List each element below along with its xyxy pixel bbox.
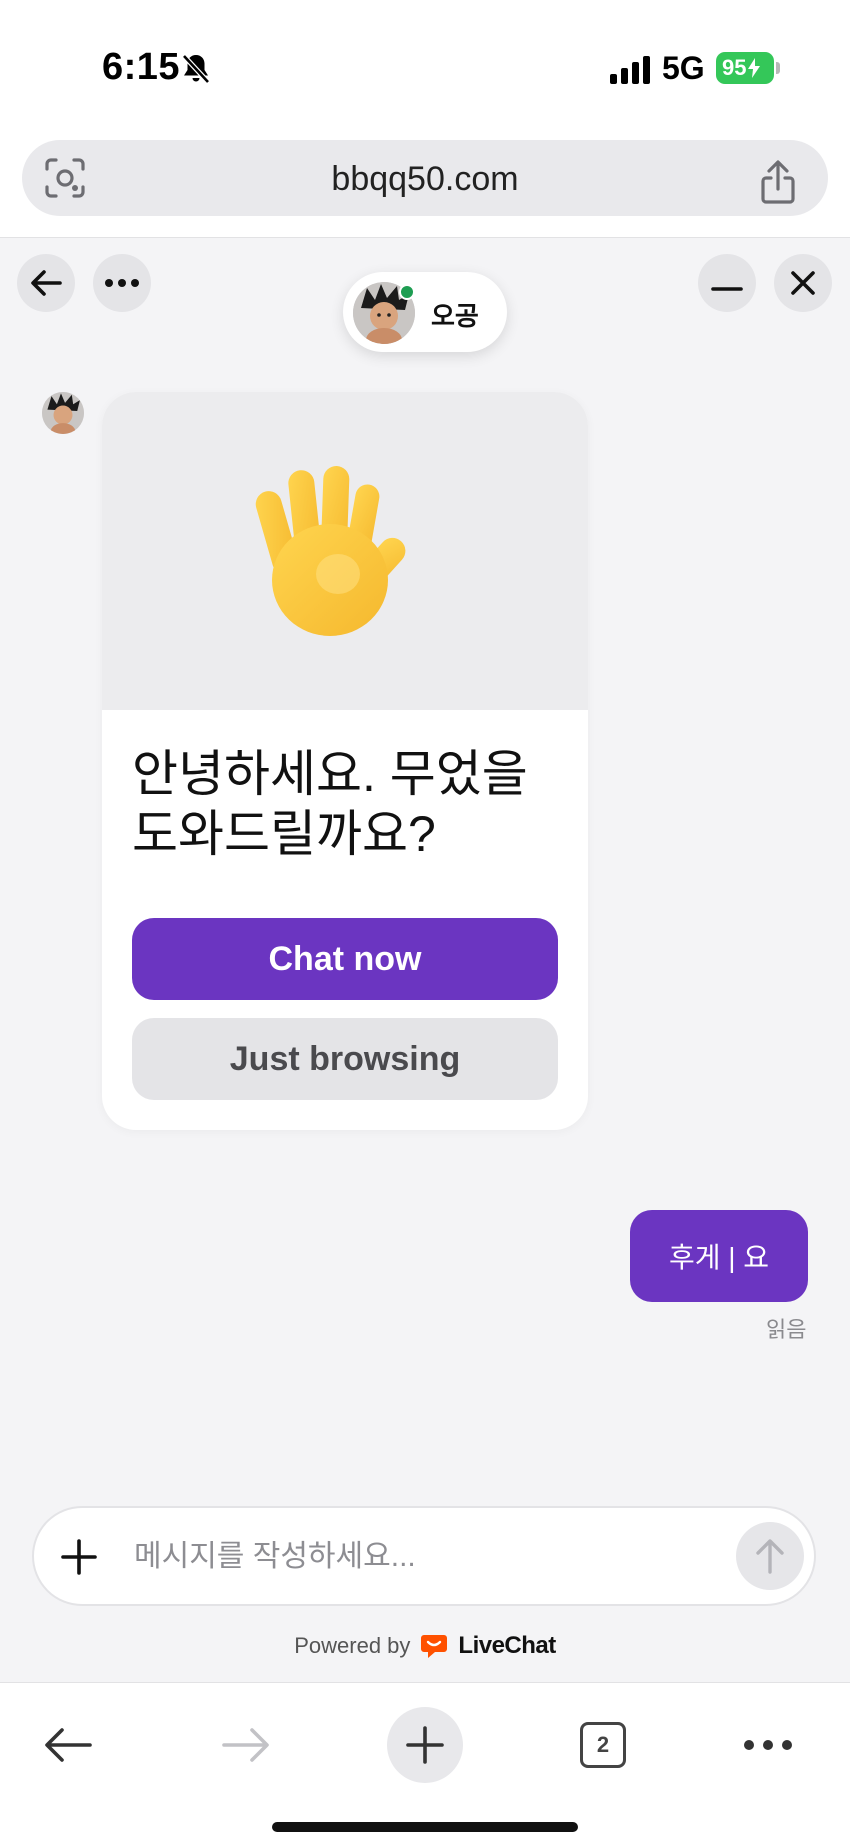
status-bar: 6:15 5G 95: [0, 0, 850, 130]
browser-forward-button[interactable]: [208, 1707, 284, 1783]
send-button[interactable]: [736, 1522, 804, 1590]
close-button[interactable]: [774, 254, 832, 312]
back-button[interactable]: [17, 254, 75, 312]
agent-name: 오공: [431, 301, 479, 331]
livechat-logo-icon: [421, 1635, 448, 1658]
battery-tip: [776, 62, 780, 74]
tabs-button[interactable]: 2: [565, 1707, 641, 1783]
more-dots-icon: [105, 279, 139, 287]
powered-by-livechat[interactable]: Powered by LiveChat: [0, 1632, 850, 1660]
browser-address-bar: bbqq50.com: [0, 130, 850, 238]
welcome-title: 안녕하세요. 무었을 도와드릴까요?: [132, 746, 528, 862]
read-receipt: 읽음: [766, 1317, 807, 1342]
minimize-button[interactable]: [698, 254, 756, 312]
battery-charging-icon: [748, 58, 761, 78]
chat-now-button[interactable]: Chat now: [132, 918, 558, 1000]
bell-slash-icon: [182, 54, 210, 84]
battery-indicator: 95: [716, 52, 774, 84]
share-icon[interactable]: [758, 160, 798, 204]
new-tab-button[interactable]: [387, 1707, 463, 1783]
message-input[interactable]: [134, 1532, 734, 1582]
network-type: 5G: [662, 50, 705, 86]
browser-menu-button[interactable]: [730, 1707, 806, 1783]
close-icon: [791, 271, 815, 295]
browser-back-button[interactable]: [30, 1707, 106, 1783]
waving-hand-icon: [255, 466, 406, 636]
minimize-icon: [711, 287, 743, 291]
agent-message-avatar: [42, 392, 84, 434]
agent-info: 오공: [343, 272, 507, 352]
online-status-dot: [399, 284, 415, 300]
welcome-card-hero: [102, 392, 588, 710]
message-composer: [32, 1506, 816, 1606]
powered-by-label: Powered by: [294, 1633, 411, 1658]
signal-bars-icon: [610, 56, 650, 84]
just-browsing-button[interactable]: Just browsing: [132, 1018, 558, 1100]
home-indicator: [272, 1822, 578, 1832]
tabs-icon: 2: [580, 1722, 626, 1768]
forward-icon: [222, 1728, 269, 1762]
plus-icon[interactable]: [60, 1538, 98, 1576]
visitor-message-bubble: 후게 | 요: [630, 1210, 808, 1302]
welcome-card: 안녕하세요. 무었을 도와드릴까요? Chat now Just browsin…: [102, 392, 588, 1130]
send-arrow-icon: [756, 1539, 784, 1574]
url-text: bbqq50.com: [331, 160, 519, 198]
menu-dots-icon: [744, 1740, 792, 1750]
battery-level: 95: [722, 55, 747, 80]
back-arrow-icon: [31, 270, 62, 296]
livechat-brand-name: LiveChat: [458, 1632, 556, 1659]
new-tab-icon: [406, 1726, 444, 1764]
back-icon: [45, 1728, 92, 1762]
status-time: 6:15: [102, 46, 181, 88]
url-field[interactable]: bbqq50.com: [22, 140, 828, 216]
more-options-button[interactable]: [93, 254, 151, 312]
